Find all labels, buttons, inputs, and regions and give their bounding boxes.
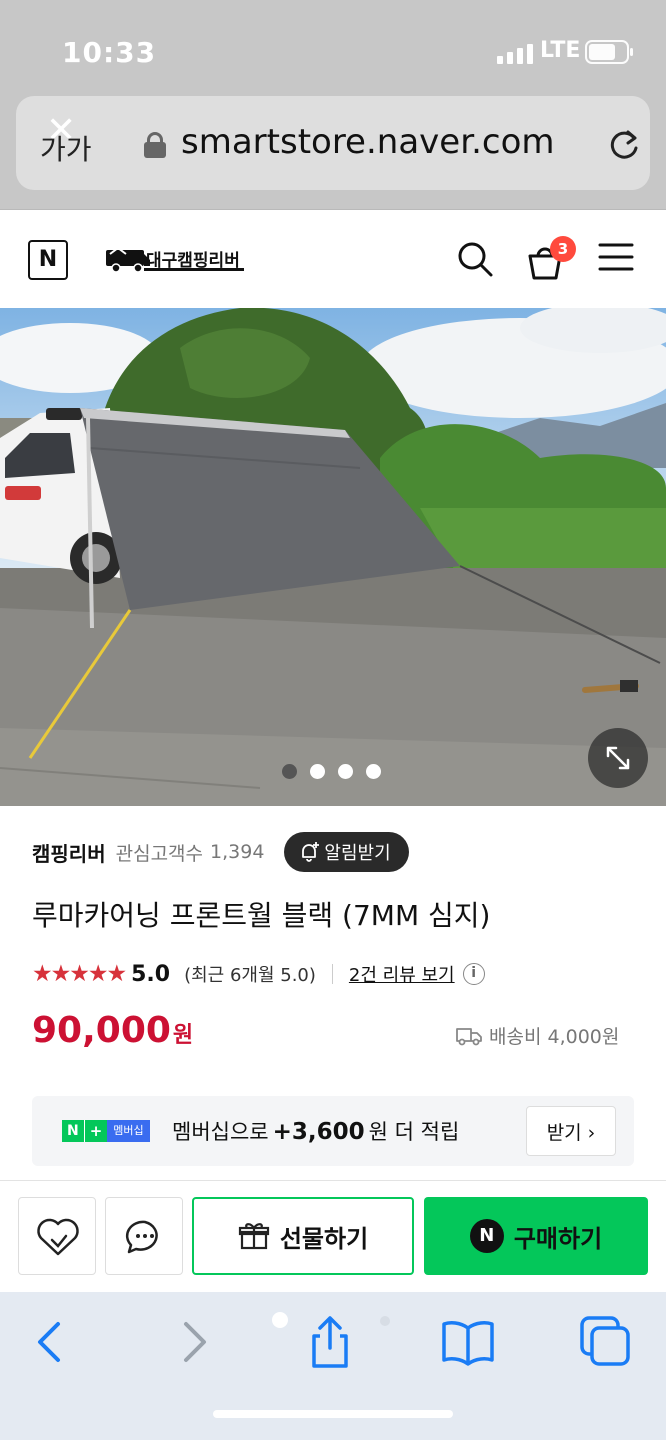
membership-text-after: 원 더 적립 bbox=[368, 1120, 460, 1144]
menu-icon[interactable] bbox=[598, 242, 634, 272]
alarm-subscribe-button[interactable]: 알림받기 bbox=[284, 832, 409, 872]
forward-arrow-icon[interactable] bbox=[164, 1312, 224, 1372]
info-icon[interactable]: i bbox=[462, 963, 485, 985]
chat-bubble-icon bbox=[125, 1220, 158, 1254]
purchase-bar: 선물하기 N 구매하기 bbox=[0, 1180, 666, 1292]
naverpay-n-icon: N bbox=[469, 1219, 504, 1253]
bookmarks-icon[interactable] bbox=[438, 1312, 498, 1372]
price-currency: 원 bbox=[172, 1023, 194, 1048]
shipping-info: 배송비 4,000원 bbox=[455, 1022, 619, 1049]
wishlist-button[interactable] bbox=[18, 1197, 96, 1275]
membership-text-before: 멤버십으로 bbox=[172, 1120, 269, 1144]
bell-plus-icon bbox=[302, 842, 320, 862]
nplus-plus: + bbox=[83, 1120, 108, 1142]
pagination-dot[interactable] bbox=[282, 764, 297, 779]
divider bbox=[331, 964, 333, 984]
nplus-membership-badge: N + 멤버십 bbox=[62, 1120, 150, 1142]
pagination-dot[interactable] bbox=[338, 764, 353, 779]
expand-icon bbox=[606, 746, 630, 770]
heart-icon bbox=[37, 1218, 79, 1256]
back-arrow-icon[interactable] bbox=[20, 1312, 80, 1372]
share-icon[interactable] bbox=[300, 1312, 360, 1372]
rating-stars: ★★★★★ bbox=[32, 961, 127, 987]
product-photo bbox=[0, 308, 666, 806]
url-text[interactable]: smartstore.naver.com bbox=[181, 122, 555, 162]
expand-image-button[interactable] bbox=[588, 728, 648, 788]
text-size-button[interactable]: 가가 bbox=[40, 128, 92, 168]
rating-score: 5.0 bbox=[131, 961, 171, 987]
store-logo[interactable]: 대구캠핑리버 bbox=[104, 244, 244, 274]
membership-banner: N + 멤버십 멤버십으로 +3,600 원 더 적립 받기 › bbox=[32, 1096, 634, 1166]
alarm-label: 알림받기 bbox=[324, 843, 391, 864]
store-header: N 대구캠핑리버 3 bbox=[0, 210, 666, 308]
gift-button[interactable]: 선물하기 bbox=[192, 1197, 414, 1275]
cart-count-badge: 3 bbox=[550, 236, 576, 262]
browser-top-bar: ✕ 가가 smartstore.naver.com bbox=[0, 96, 666, 210]
nplus-label: 멤버십 bbox=[107, 1120, 150, 1142]
price-row: 90,000 원 bbox=[32, 1010, 193, 1060]
product-image[interactable] bbox=[0, 308, 666, 806]
battery-icon bbox=[585, 40, 633, 64]
membership-receive-button[interactable]: 받기 › bbox=[526, 1106, 616, 1156]
gift-icon bbox=[238, 1223, 269, 1250]
fans-label: 관심고객수 bbox=[115, 842, 204, 865]
buy-label: 구매하기 bbox=[513, 1224, 603, 1253]
membership-text: 멤버십으로 +3,600 원 더 적립 bbox=[172, 1116, 459, 1146]
home-indicator bbox=[213, 1410, 453, 1418]
status-bar: 10:33 LTE bbox=[0, 0, 666, 96]
safari-toolbar bbox=[0, 1292, 666, 1440]
product-price: 90,000 bbox=[32, 1010, 171, 1051]
network-type: LTE bbox=[540, 38, 581, 63]
reload-icon[interactable] bbox=[604, 124, 644, 164]
nplus-n: N bbox=[62, 1120, 84, 1142]
recent-rating: (최근 6개월 5.0) bbox=[184, 965, 316, 986]
address-bar[interactable]: ✕ 가가 smartstore.naver.com bbox=[16, 96, 650, 190]
cellular-signal-icon bbox=[497, 42, 533, 64]
rating-row: ★★★★★ 5.0 (최근 6개월 5.0) 2건 리뷰 보기 i bbox=[32, 958, 485, 990]
seller-name[interactable]: 캠핑리버 bbox=[32, 838, 106, 867]
membership-points: +3,600 bbox=[272, 1119, 365, 1145]
page-indicator-dot bbox=[272, 1312, 288, 1328]
product-title: 루마카어닝 프론트월 블랙 (7MM 심지) bbox=[32, 899, 491, 932]
gift-label: 선물하기 bbox=[279, 1224, 369, 1253]
lock-icon bbox=[144, 132, 166, 158]
search-icon[interactable] bbox=[456, 240, 494, 278]
truck-icon bbox=[456, 1027, 482, 1045]
talk-button[interactable] bbox=[105, 1197, 183, 1275]
review-link[interactable]: 2건 리뷰 보기 bbox=[349, 961, 455, 987]
buy-button[interactable]: N 구매하기 bbox=[424, 1197, 648, 1275]
pagination-dot[interactable] bbox=[366, 764, 381, 779]
fans-count: 1,394 bbox=[210, 841, 265, 863]
page-indicator-dot bbox=[380, 1316, 390, 1326]
image-pagination[interactable] bbox=[282, 764, 381, 779]
shipping-fee: 배송비 4,000원 bbox=[489, 1026, 620, 1048]
tabs-icon[interactable] bbox=[576, 1312, 636, 1372]
seller-row: 캠핑리버 관심고객수 1,394 알림받기 bbox=[32, 832, 632, 872]
status-time: 10:33 bbox=[62, 36, 157, 69]
pagination-dot[interactable] bbox=[310, 764, 325, 779]
naver-home-button[interactable]: N bbox=[28, 240, 68, 280]
